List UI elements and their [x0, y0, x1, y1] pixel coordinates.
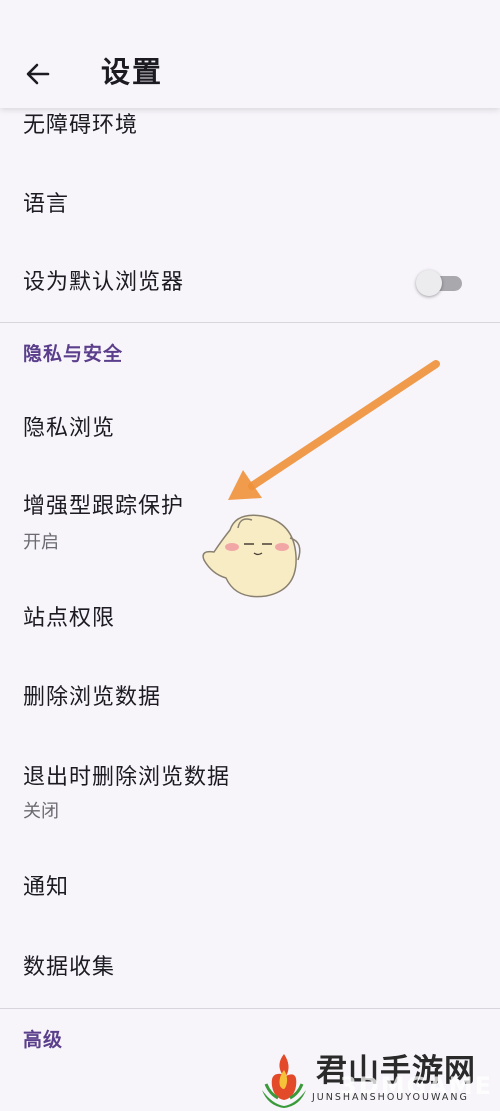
settings-item-notifications[interactable]: 通知: [0, 850, 500, 926]
item-label: 数据收集: [23, 955, 116, 980]
settings-item-private-browsing[interactable]: 隐私浏览: [0, 392, 500, 468]
back-button[interactable]: [14, 50, 62, 98]
item-status: 开启: [23, 532, 59, 553]
section-header-privacy: 隐私与安全: [23, 343, 124, 365]
flame-logo-icon: [262, 1054, 306, 1108]
watermark: 君山手游网 3DMGAME JUNSHANSHOUYOUWANG: [256, 1048, 500, 1111]
settings-item-delete-browsing-data[interactable]: 删除浏览数据: [0, 660, 500, 736]
watermark-subtitle: JUNSHANSHOUYOUWANG: [312, 1092, 469, 1103]
item-label: 站点权限: [23, 606, 116, 631]
item-label: 删除浏览数据: [23, 685, 162, 710]
divider: [0, 1008, 500, 1009]
item-label: 通知: [23, 875, 70, 900]
item-label: 增强型跟踪保护: [23, 494, 185, 519]
section-header-advanced: 高级: [23, 1029, 64, 1051]
item-label: 退出时删除浏览数据: [23, 765, 231, 790]
arrow-left-icon: [26, 63, 50, 85]
app-bar: 设置: [0, 0, 500, 108]
divider: [0, 322, 500, 323]
item-label: 隐私浏览: [23, 416, 116, 441]
settings-item-delete-on-quit[interactable]: 退出时删除浏览数据 关闭: [0, 740, 500, 848]
toggle-thumb: [416, 270, 442, 296]
page-title: 设置: [101, 55, 164, 89]
settings-item-accessibility[interactable]: 无障碍环境: [0, 108, 500, 158]
settings-item-site-permissions[interactable]: 站点权限: [0, 580, 500, 656]
item-label: 语言: [23, 192, 70, 217]
default-browser-toggle[interactable]: [416, 270, 464, 296]
settings-item-data-collection[interactable]: 数据收集: [0, 930, 500, 1006]
settings-item-tracking-protection[interactable]: 增强型跟踪保护 开启: [0, 470, 500, 576]
settings-item-language[interactable]: 语言: [0, 168, 500, 244]
item-label: 设为默认浏览器: [23, 270, 185, 295]
item-status: 关闭: [23, 801, 59, 822]
item-label: 无障碍环境: [23, 113, 139, 138]
